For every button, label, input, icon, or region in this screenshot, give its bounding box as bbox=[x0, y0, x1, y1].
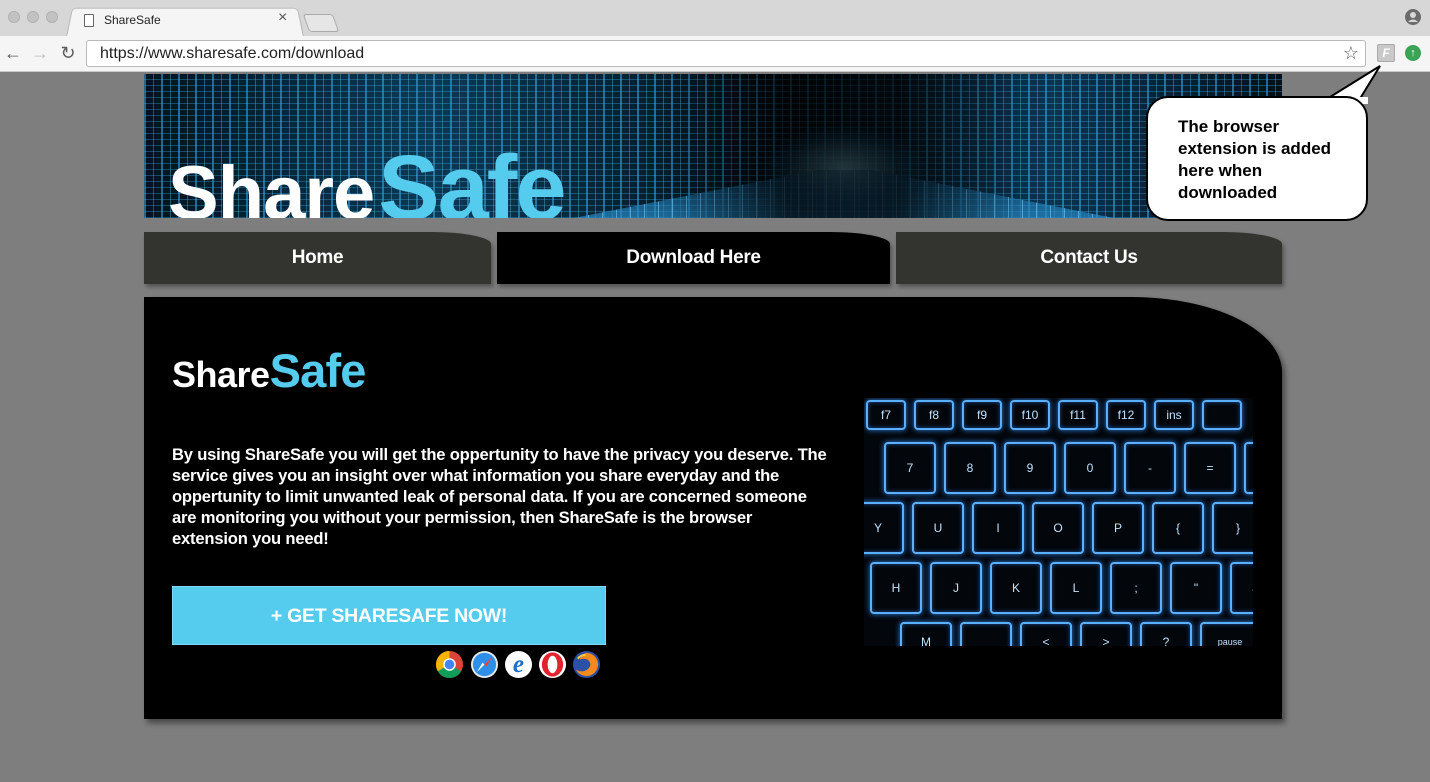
key: f10 bbox=[1010, 400, 1050, 430]
window-zoom-dot[interactable] bbox=[46, 11, 58, 23]
callout-text: The browser extension is added here when… bbox=[1178, 117, 1332, 202]
logo-safe: Safe bbox=[378, 137, 566, 218]
panel-logo: ShareSafe bbox=[172, 343, 366, 398]
safari-icon bbox=[470, 650, 499, 679]
browser-tab-content[interactable]: ShareSafe × bbox=[82, 6, 292, 36]
key: Y bbox=[864, 502, 904, 554]
key: f9 bbox=[962, 400, 1002, 430]
key bbox=[960, 622, 1012, 646]
keyboard-image: f7 f8 f9 f10 f11 f12 ins 7 8 9 0 - = Y U… bbox=[864, 398, 1253, 646]
tab-title: ShareSafe bbox=[104, 13, 161, 27]
product-description: By using ShareSafe you will get the oppe… bbox=[172, 445, 827, 548]
banner-logo[interactable]: ShareSafe bbox=[168, 136, 567, 218]
tab-close-icon[interactable]: × bbox=[278, 10, 287, 26]
key: L bbox=[1050, 562, 1102, 614]
browser-toolbar: ← → ↻ https://www.sharesafe.com/download… bbox=[0, 36, 1430, 72]
key: < bbox=[1020, 622, 1072, 646]
key: = bbox=[1184, 442, 1236, 494]
key: M bbox=[900, 622, 952, 646]
key: f12 bbox=[1106, 400, 1146, 430]
key: ← bbox=[1230, 562, 1253, 614]
sharesafe-extension-icon[interactable]: F bbox=[1377, 44, 1395, 62]
key: f11 bbox=[1058, 400, 1098, 430]
bookmark-star-icon[interactable]: ☆ bbox=[1343, 43, 1359, 64]
nav-tab-download[interactable]: Download Here bbox=[497, 232, 890, 284]
key: - bbox=[1124, 442, 1176, 494]
key: ? bbox=[1140, 622, 1192, 646]
chrome-icon bbox=[435, 650, 464, 679]
key: I bbox=[972, 502, 1024, 554]
reload-icon[interactable]: ↻ bbox=[57, 42, 79, 64]
key: U bbox=[912, 502, 964, 554]
key: P bbox=[1092, 502, 1144, 554]
content-panel: ShareSafe By using ShareSafe you will ge… bbox=[144, 297, 1282, 719]
key: 7 bbox=[884, 442, 936, 494]
key: f8 bbox=[914, 400, 954, 430]
get-sharesafe-button[interactable]: + GET SHARESAFE NOW! bbox=[172, 586, 606, 645]
new-tab-button[interactable] bbox=[302, 14, 340, 32]
key bbox=[1202, 400, 1242, 430]
firefox-icon bbox=[572, 650, 601, 679]
key: 9 bbox=[1004, 442, 1056, 494]
logo-share: Share bbox=[168, 151, 375, 218]
account-icon[interactable] bbox=[1405, 9, 1421, 25]
address-bar[interactable]: https://www.sharesafe.com/download ☆ bbox=[86, 40, 1366, 67]
browser-tabstrip: ShareSafe × bbox=[0, 0, 1430, 37]
key: " bbox=[1170, 562, 1222, 614]
key: f7 bbox=[866, 400, 906, 430]
panel-logo-share: Share bbox=[172, 354, 270, 395]
key: 0 bbox=[1064, 442, 1116, 494]
key: > bbox=[1080, 622, 1132, 646]
annotation-callout: The browser extension is added here when… bbox=[1146, 96, 1368, 221]
nav-tab-home[interactable]: Home bbox=[144, 232, 491, 284]
banner-corridor-graphic bbox=[664, 74, 1024, 218]
forward-icon[interactable]: → bbox=[29, 42, 51, 64]
nav-tab-contact[interactable]: Contact Us bbox=[896, 232, 1282, 284]
opera-icon bbox=[538, 650, 567, 679]
key: O bbox=[1032, 502, 1084, 554]
page-icon bbox=[84, 14, 94, 27]
key: H bbox=[870, 562, 922, 614]
url-text[interactable]: https://www.sharesafe.com/download bbox=[100, 45, 364, 63]
window-close-dot[interactable] bbox=[8, 11, 20, 23]
key: ; bbox=[1110, 562, 1162, 614]
back-icon[interactable]: ← bbox=[2, 42, 24, 64]
site-banner: ShareSafe bbox=[144, 74, 1282, 218]
key bbox=[1244, 442, 1253, 494]
key: pause bbox=[1200, 622, 1253, 646]
key: 8 bbox=[944, 442, 996, 494]
key: K bbox=[990, 562, 1042, 614]
key: { bbox=[1152, 502, 1204, 554]
key: } bbox=[1212, 502, 1253, 554]
panel-logo-safe: Safe bbox=[269, 344, 367, 397]
window-minimize-dot[interactable] bbox=[27, 11, 39, 23]
update-extension-icon[interactable]: ↑ bbox=[1405, 45, 1421, 61]
edge-icon: e bbox=[504, 650, 533, 678]
key: J bbox=[930, 562, 982, 614]
svg-text:e: e bbox=[513, 651, 524, 678]
key: ins bbox=[1154, 400, 1194, 430]
